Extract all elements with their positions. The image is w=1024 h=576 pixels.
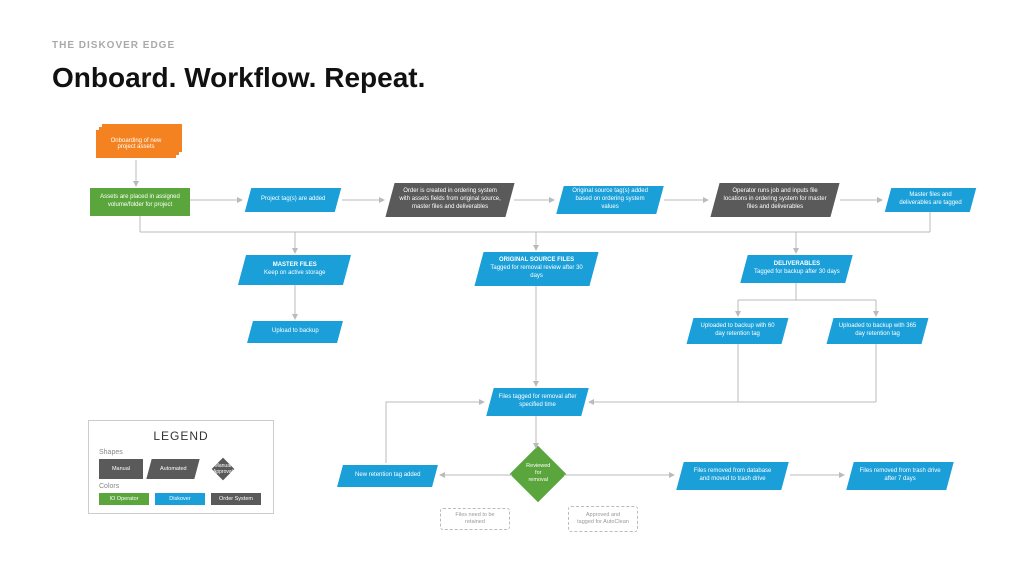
master-deliv-tagged-node: Master files and deliverables are tagged bbox=[885, 188, 976, 212]
page-title: Onboard. Workflow. Repeat. bbox=[52, 62, 425, 94]
order-created-node: Order is created in ordering system with… bbox=[385, 183, 514, 217]
new-retention-node: New retention tag added bbox=[337, 465, 438, 487]
approved-clean-note: Approved and tagged for AutoClean bbox=[568, 506, 638, 532]
legend-manual-chip: Manual bbox=[99, 459, 143, 479]
upload-backup-node: Upload to backup bbox=[247, 321, 343, 343]
onboarding-node: Onboarding of new project assets bbox=[96, 130, 176, 158]
files-removed-trash-node: Files removed from trash drive after 7 d… bbox=[846, 462, 954, 490]
legend-io-operator-chip: IO Operator bbox=[99, 493, 149, 505]
files-removed-db-node: Files removed from database and moved to… bbox=[676, 462, 789, 490]
operator-runs-node: Operator runs job and inputs file locati… bbox=[710, 183, 839, 217]
project-tags-node: Project tag(s) are added bbox=[245, 188, 341, 212]
reviewed-diamond: Reviewed for removal bbox=[510, 446, 567, 503]
legend-shapes-label: Shapes bbox=[99, 449, 263, 456]
orig-source-node: ORIGINAL SOURCE FILESTagged for removal … bbox=[474, 252, 598, 286]
master-files-node: MASTER FILESKeep on active storage bbox=[238, 255, 351, 285]
uploaded-365-node: Uploaded to backup with 365 day retentio… bbox=[827, 318, 929, 344]
legend-diskover-chip: Diskover bbox=[155, 493, 205, 505]
assets-placed-node: Assets are placed in assigned volume/fol… bbox=[90, 188, 190, 216]
legend-colors-label: Colors bbox=[99, 483, 263, 490]
legend-order-system-chip: Order System bbox=[211, 493, 261, 505]
deliverables-node: DELIVERABLESTagged for backup after 30 d… bbox=[740, 255, 853, 283]
source-tags-node: Original source tag(s) added based on or… bbox=[556, 186, 664, 214]
legend-title: LEGEND bbox=[99, 429, 263, 443]
need-retain-note: Files need to be retained bbox=[440, 508, 510, 530]
eyebrow-text: THE DISKOVER EDGE bbox=[52, 40, 175, 51]
files-tagged-removal-node: Files tagged for removal after specified… bbox=[486, 388, 589, 416]
legend-manual-approval-chip: Manual Approval bbox=[212, 458, 235, 481]
legend-automated-chip: Automated bbox=[146, 459, 199, 479]
legend-box: LEGEND Shapes Manual Automated Manual Ap… bbox=[88, 420, 274, 514]
uploaded-60-node: Uploaded to backup with 60 day retention… bbox=[687, 318, 789, 344]
